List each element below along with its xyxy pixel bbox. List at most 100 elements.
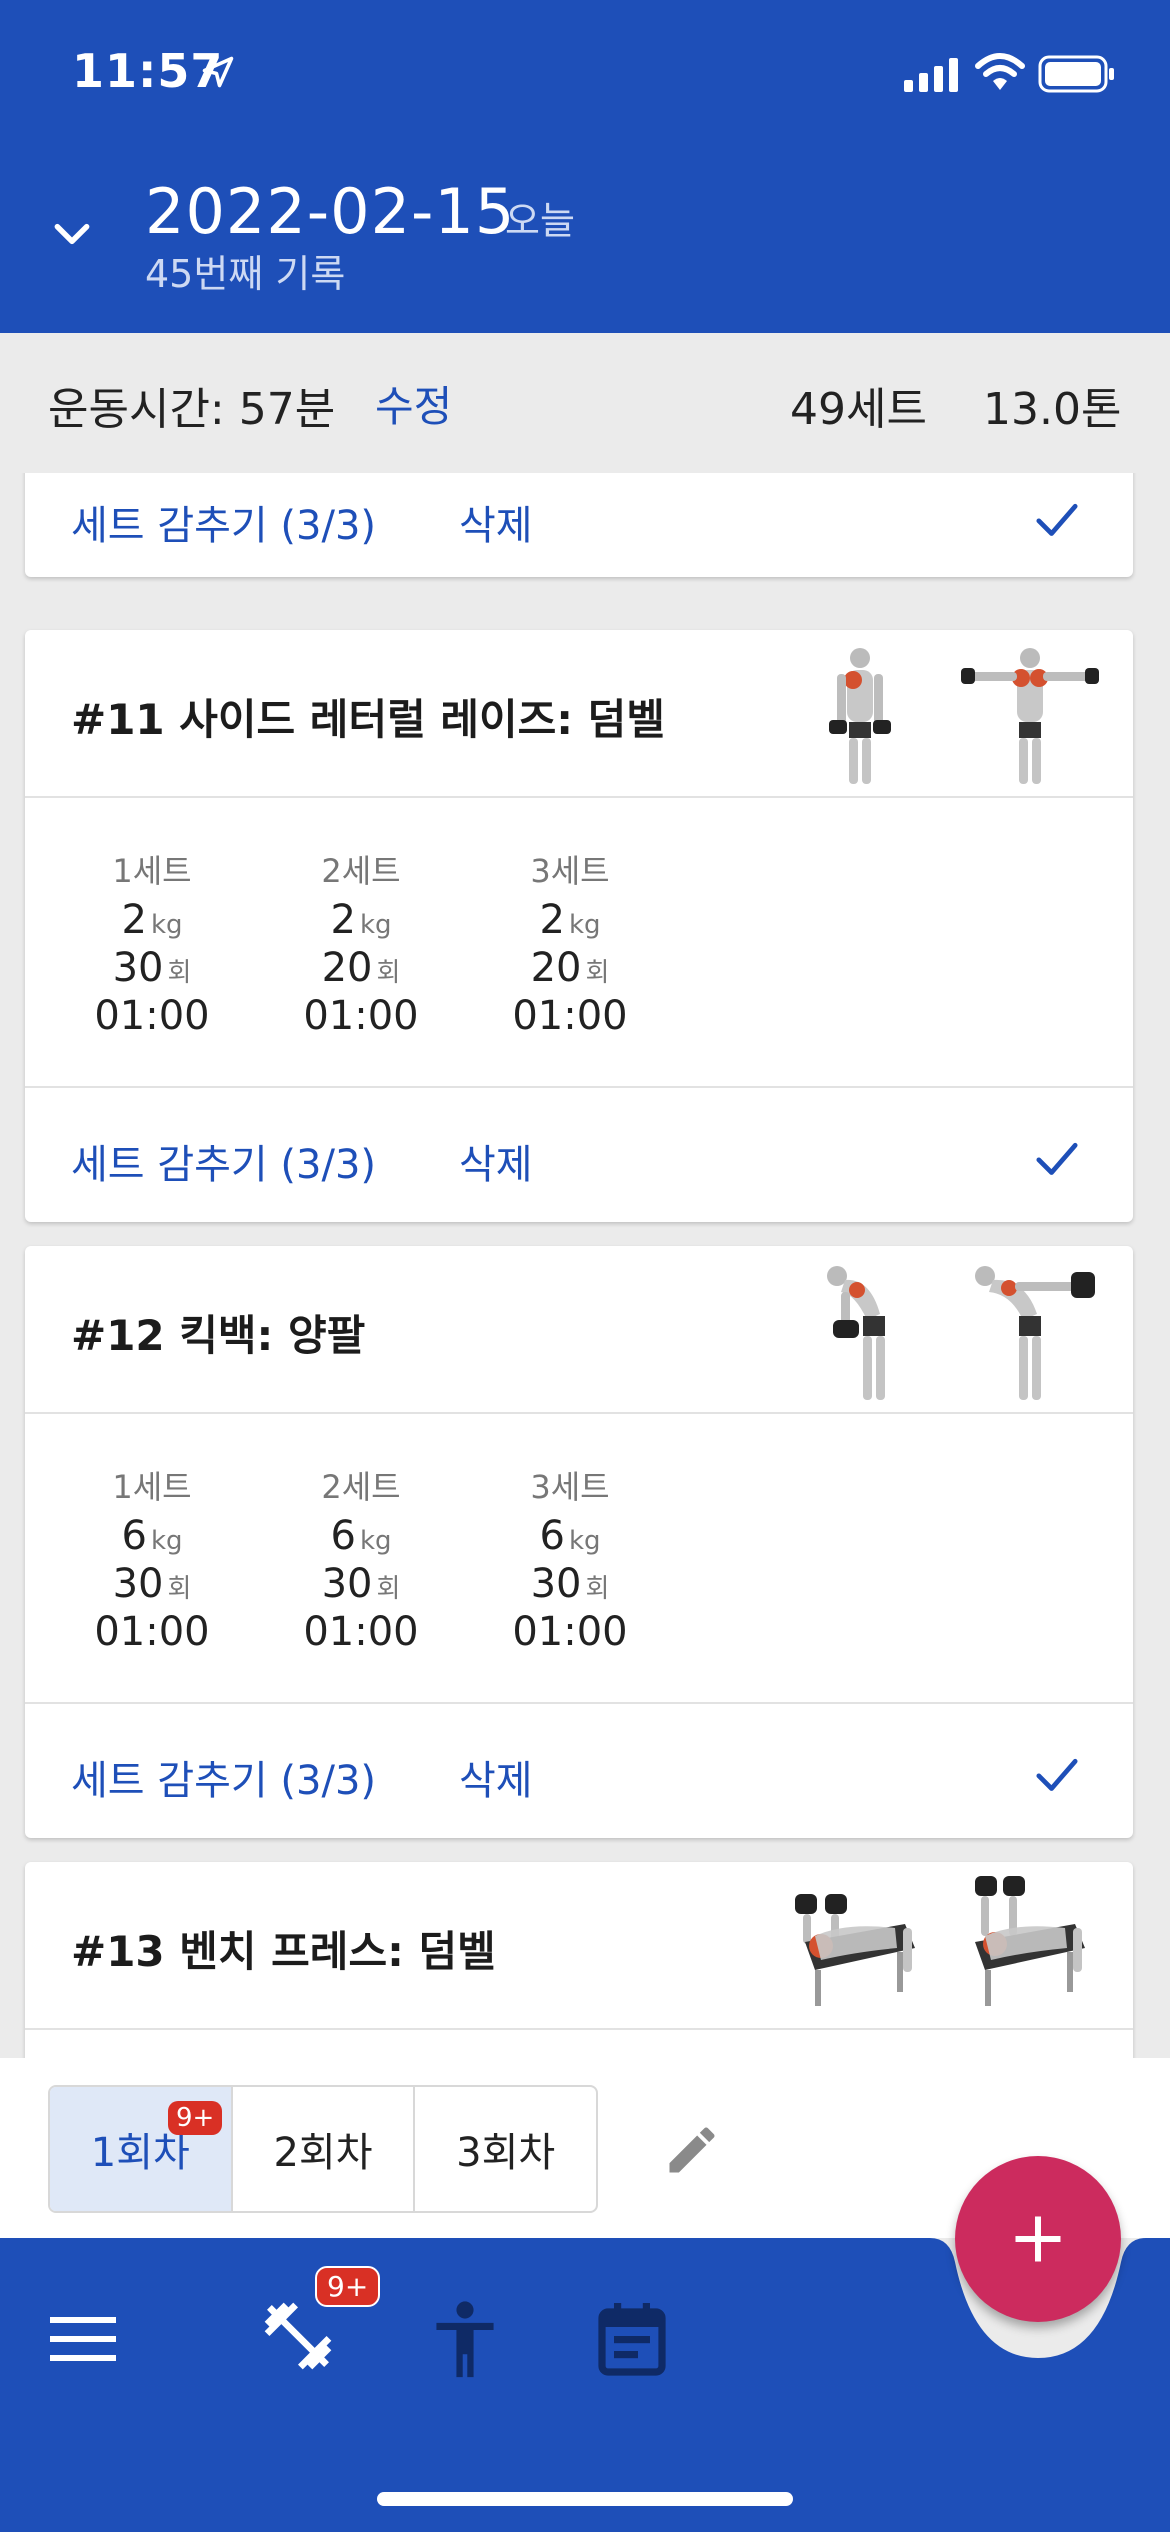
set-reps: 30 [530, 1561, 582, 1607]
set-weight: 2 [539, 897, 565, 943]
pencil-icon[interactable] [662, 2120, 722, 2180]
set-item[interactable]: 1세트 6 kg 30 회 01:00 [67, 1462, 237, 1656]
set-item[interactable]: 2세트 6 kg 30 회 01:00 [276, 1462, 446, 1656]
set-item[interactable]: 1세트 2 kg 30 회 01:00 [67, 846, 237, 1040]
set-reps: 30 [112, 1561, 164, 1607]
hide-sets-button[interactable]: 세트 감추기 (3/3) [71, 1132, 376, 1190]
set-weight: 2 [330, 897, 356, 943]
plus-icon [1015, 2216, 1061, 2262]
reps-unit: 회 [585, 958, 610, 988]
check-icon[interactable] [1035, 499, 1079, 539]
card-header[interactable]: #12 킥백: 양팔 [25, 1246, 1133, 1414]
set-label: 3세트 [530, 1468, 610, 1506]
notification-badge: 9+ [168, 2101, 223, 2135]
wifi-icon [975, 53, 1025, 90]
tab-session-3[interactable]: 3회차 [415, 2087, 596, 2211]
exercise-illustration [975, 1876, 1085, 2006]
set-item[interactable]: 3세트 2 kg 20 회 01:00 [485, 846, 655, 1040]
cellular-signal-icon [904, 58, 958, 92]
set-weight: 6 [330, 1513, 356, 1559]
exercise-card: #12 킥백: 양팔 1세트 6 kg 30 회 01:00 2세트 6 kg … [25, 1246, 1133, 1838]
reps-unit: 회 [376, 1574, 401, 1604]
set-label: 2세트 [321, 1468, 401, 1506]
card-header[interactable]: #13 벤치 프레스: 덤벨 [25, 1862, 1133, 2030]
weight-unit: kg [150, 1526, 183, 1556]
total-tons: 13.0톤 [983, 384, 1122, 435]
delete-button[interactable]: 삭제 [459, 1748, 533, 1806]
notification-badge: 9+ [315, 2266, 381, 2307]
status-bar: 11:57 [0, 0, 1170, 150]
battery-icon [1038, 55, 1114, 93]
weight-unit: kg [568, 910, 601, 940]
card-footer: 세트 감추기 (3/3) 삭제 [25, 1708, 1133, 1838]
set-time: 01:00 [512, 993, 628, 1039]
app-header: 11:57 2022-02-15 오늘 45번째 기록 [0, 0, 1170, 333]
card-footer: 세트 감추기 (3/3) 삭제 [25, 473, 1133, 583]
hide-sets-button[interactable]: 세트 감추기 (3/3) [71, 1748, 376, 1806]
set-time: 01:00 [303, 1609, 419, 1655]
reps-unit: 회 [167, 1574, 192, 1604]
reps-unit: 회 [585, 1574, 610, 1604]
dumbbell-icon[interactable] [258, 2296, 338, 2376]
record-date: 2022-02-15 [145, 175, 516, 248]
sets-list: 1세트 6 kg 30 회 01:00 2세트 6 kg 30 회 01:00 3세트 … [25, 1416, 1133, 1704]
set-label: 2세트 [321, 852, 401, 890]
card-footer: 세트 감추기 (3/3) 삭제 [25, 1092, 1133, 1222]
set-label: 1세트 [112, 852, 192, 890]
exercise-illustration [975, 1266, 1095, 1400]
tab-session-2[interactable]: 2회차 [233, 2087, 416, 2211]
session-tabs: 1회차 9+ 2회차 3회차 [48, 2085, 598, 2213]
exercise-illustration [829, 648, 891, 784]
set-reps: 20 [321, 945, 373, 991]
tab-label: 3회차 [456, 2130, 556, 2176]
hide-sets-button[interactable]: 세트 감추기 (3/3) [71, 493, 376, 551]
exercise-card: 세트 감추기 (3/3) 삭제 [25, 473, 1133, 577]
delete-button[interactable]: 삭제 [459, 1132, 533, 1190]
set-item[interactable]: 3세트 6 kg 30 회 01:00 [485, 1462, 655, 1656]
exercise-illustration [961, 648, 1099, 784]
home-indicator [377, 2492, 793, 2506]
exercise-illustration [827, 1266, 885, 1400]
weight-unit: kg [568, 1526, 601, 1556]
set-reps: 30 [112, 945, 164, 991]
exercise-title: #13 벤치 프레스: 덤벨 [71, 1927, 496, 1976]
set-weight: 6 [121, 1513, 147, 1559]
reps-unit: 회 [376, 958, 401, 988]
calendar-icon[interactable] [596, 2300, 668, 2378]
exercise-illustration [795, 1894, 915, 2006]
body-icon[interactable] [430, 2300, 500, 2380]
today-label: 오늘 [505, 199, 575, 243]
exercise-list[interactable]: 세트 감추기 (3/3) 삭제 #11 사이드 레터럴 레이즈: 덤벨 1세트 … [0, 473, 1170, 2058]
add-exercise-button[interactable] [955, 2156, 1121, 2322]
workout-time: 운동시간: 57분 [48, 384, 336, 435]
exercise-card: #13 벤치 프레스: 덤벨 [25, 1862, 1133, 2058]
check-icon[interactable] [1035, 1754, 1079, 1794]
sets-list: 1세트 2 kg 30 회 01:00 2세트 2 kg 20 회 01:00 3세트 … [25, 800, 1133, 1088]
set-time: 01:00 [512, 1609, 628, 1655]
edit-time-button[interactable]: 수정 [375, 373, 452, 434]
exercise-card: #11 사이드 레터럴 레이즈: 덤벨 1세트 2 kg 30 회 01:00 … [25, 630, 1133, 1222]
set-label: 3세트 [530, 852, 610, 890]
tab-session-1[interactable]: 1회차 9+ [50, 2087, 233, 2211]
card-header[interactable]: #11 사이드 레터럴 레이즈: 덤벨 [25, 630, 1133, 798]
set-label: 1세트 [112, 1468, 192, 1506]
set-weight: 2 [121, 897, 147, 943]
chevron-down-icon[interactable] [50, 212, 94, 256]
tab-label: 2회차 [273, 2130, 373, 2176]
delete-button[interactable]: 삭제 [459, 493, 533, 551]
set-time: 01:00 [303, 993, 419, 1039]
weight-unit: kg [359, 1526, 392, 1556]
exercise-title: #12 킥백: 양팔 [71, 1311, 366, 1360]
check-icon[interactable] [1035, 1138, 1079, 1178]
set-time: 01:00 [94, 1609, 210, 1655]
menu-icon[interactable] [50, 2313, 116, 2365]
record-count: 45번째 기록 [145, 252, 346, 296]
exercise-title: #11 사이드 레터럴 레이즈: 덤벨 [71, 695, 665, 744]
reps-unit: 회 [167, 958, 192, 988]
weight-unit: kg [359, 910, 392, 940]
set-item[interactable]: 2세트 2 kg 20 회 01:00 [276, 846, 446, 1040]
set-reps: 20 [530, 945, 582, 991]
location-arrow-icon [202, 56, 234, 88]
weight-unit: kg [150, 910, 183, 940]
total-sets: 49세트 [790, 384, 927, 435]
